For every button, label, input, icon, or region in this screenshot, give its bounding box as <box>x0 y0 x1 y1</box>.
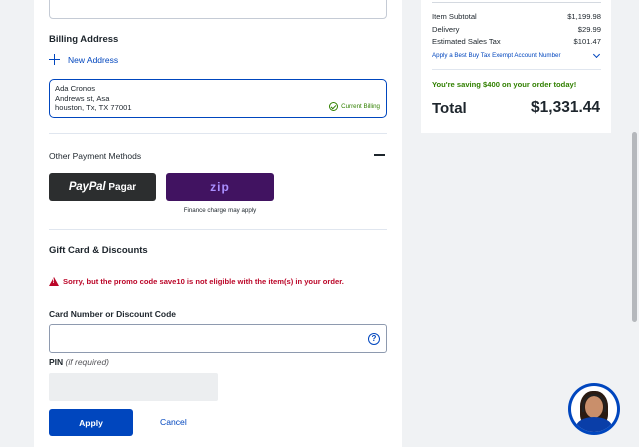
paypal-logo: PayPal <box>68 181 106 193</box>
summary-row-value: $1,199.98 <box>567 12 601 21</box>
card-number-label: Card Number or Discount Code <box>49 309 177 319</box>
pin-hint: (if required) <box>65 357 110 367</box>
savings-message: You're saving $400 on your order today! <box>432 80 577 89</box>
total-label: Total <box>432 100 467 117</box>
tax-exempt-link[interactable]: Apply a Best Buy Tax Exempt Account Numb… <box>432 50 601 59</box>
summary-top-divider <box>432 2 601 3</box>
summary-row-tax: Estimated Sales Tax $101.47 <box>432 37 601 46</box>
divider <box>49 133 387 134</box>
paypal-button[interactable]: PayPal Pagar <box>49 173 156 201</box>
current-billing-badge: Current Billing <box>329 102 380 111</box>
avatar <box>571 386 617 432</box>
paypal-button-label: Pagar <box>108 181 137 193</box>
headset-icon <box>582 394 606 412</box>
chat-agent-avatar[interactable] <box>568 383 620 435</box>
alert-icon <box>49 277 59 286</box>
new-address-label: New Address <box>68 54 119 65</box>
divider <box>49 229 387 230</box>
summary-row-label: Delivery <box>432 25 460 34</box>
tax-exempt-label: Apply a Best Buy Tax Exempt Account Numb… <box>432 52 561 59</box>
finance-charge-note: Finance charge may apply <box>183 207 257 214</box>
avatar-body <box>576 417 612 432</box>
plus-icon <box>49 54 60 65</box>
summary-row-value: $29.99 <box>577 25 601 34</box>
address-name: Ada Cronos <box>55 84 96 93</box>
billing-address-card[interactable]: Ada Cronos Andrews st, Asa houston, Tx, … <box>49 79 387 118</box>
gift-card-discounts-title: Gift Card & Discounts <box>49 245 148 256</box>
previous-field-input[interactable] <box>49 0 387 19</box>
scrollbar-thumb[interactable] <box>632 132 637 322</box>
zip-button[interactable]: zip <box>166 173 274 201</box>
summary-row-delivery: Delivery $29.99 <box>432 25 601 34</box>
billing-address-title: Billing Address <box>49 34 119 45</box>
pin-label: PIN (if required) <box>49 357 109 367</box>
chevron-down-icon <box>592 50 601 58</box>
summary-row-label: Item Subtotal <box>432 12 477 21</box>
new-address-link[interactable]: New Address <box>49 54 118 65</box>
card-number-input[interactable]: ? <box>49 324 387 353</box>
current-billing-label: Current Billing <box>341 103 380 110</box>
other-payment-methods-label: Other Payment Methods <box>49 151 142 161</box>
help-icon[interactable]: ? <box>368 333 380 345</box>
minus-icon[interactable] <box>374 154 385 156</box>
pin-label-text: PIN <box>49 357 64 367</box>
total-value: $1,331.44 <box>531 99 600 116</box>
summary-row-subtotal: Item Subtotal $1,199.98 <box>432 12 601 21</box>
zip-logo: zip <box>210 180 230 194</box>
apply-button[interactable]: Apply <box>49 409 133 436</box>
cancel-link[interactable]: Cancel <box>160 417 187 427</box>
summary-divider <box>432 69 601 70</box>
summary-row-value: $101.47 <box>573 37 601 46</box>
summary-row-label: Estimated Sales Tax <box>432 37 501 46</box>
check-circle-icon <box>329 102 339 111</box>
promo-error-text: Sorry, but the promo code save10 is not … <box>63 277 344 286</box>
pin-input[interactable] <box>49 373 218 401</box>
promo-error-alert: Sorry, but the promo code save10 is not … <box>49 277 344 286</box>
